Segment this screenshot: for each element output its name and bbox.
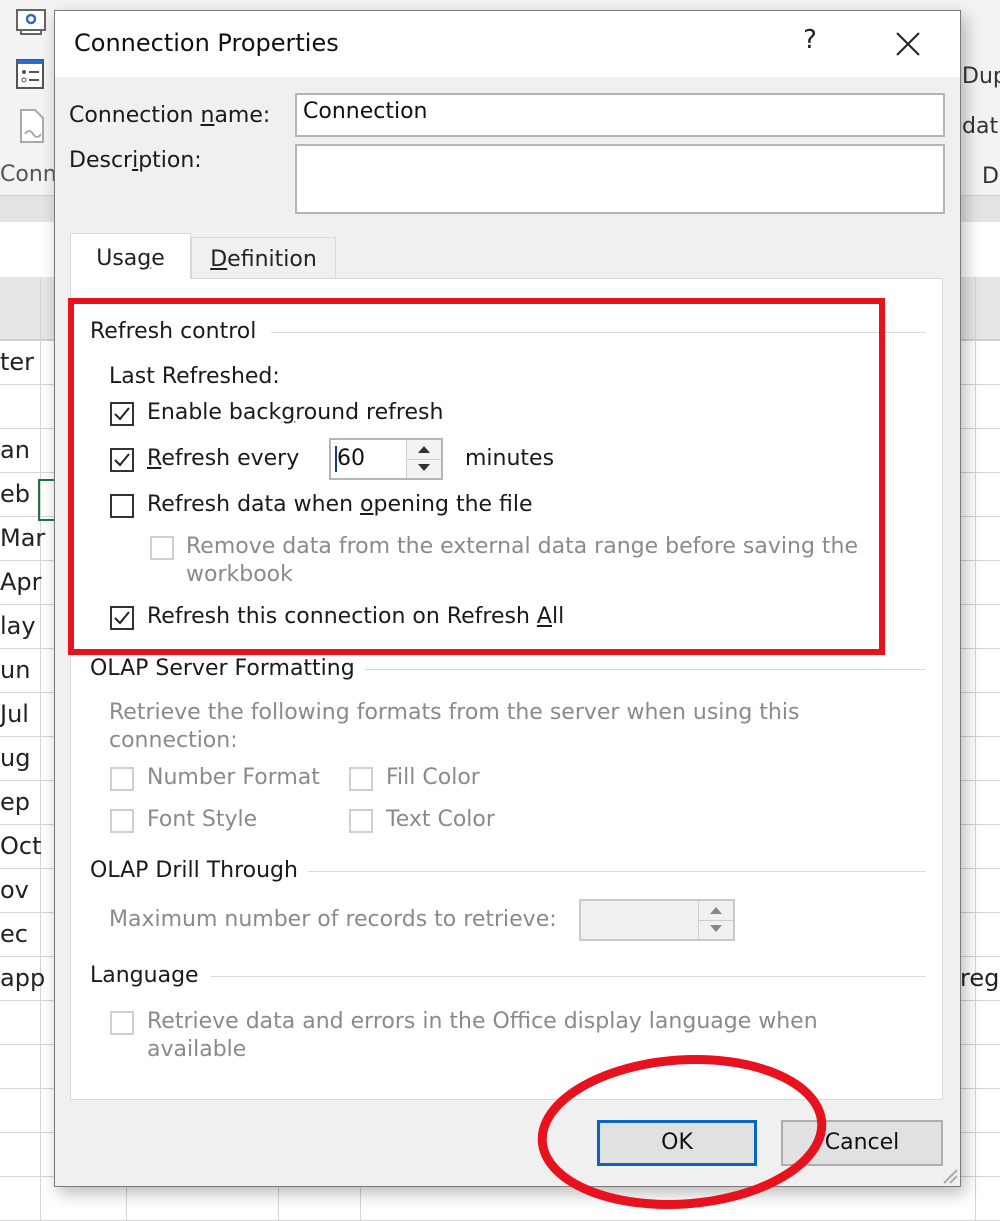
connection-name-input[interactable]: Connection (295, 93, 945, 137)
office-language-checkbox[interactable] (110, 1011, 134, 1035)
tab-definition[interactable]: Definition (191, 237, 336, 278)
refresh-interval-spinner[interactable]: 60 (329, 438, 443, 480)
help-button[interactable]: ? (795, 25, 825, 61)
cell-label[interactable]: Apr (0, 568, 42, 596)
spin-down-button[interactable] (407, 459, 441, 478)
group-divider (341, 669, 926, 670)
connection-name-label: Connection name: (69, 103, 271, 128)
group-divider (296, 871, 926, 872)
refresh-interval-value[interactable]: 60 (337, 446, 365, 471)
close-button[interactable] (885, 23, 929, 63)
dialog-titlebar[interactable]: Connection Properties ? (55, 11, 960, 77)
cell-label[interactable]: reg (960, 964, 999, 992)
fill-color-label: Fill Color (386, 765, 480, 790)
cell-label[interactable]: app (0, 964, 45, 992)
font-style-label: Font Style (147, 807, 258, 832)
spin-down-button[interactable] (699, 920, 733, 939)
minutes-label: minutes (465, 446, 555, 471)
cell-label[interactable]: an (0, 436, 30, 464)
enable-background-refresh-checkbox[interactable] (110, 402, 134, 426)
max-records-label: Maximum number of records to retrieve: (109, 907, 557, 932)
olap-formatting-title: OLAP Server Formatting (90, 656, 365, 681)
text-color-label: Text Color (386, 807, 495, 832)
remove-data-label-line1: Remove data from the external data range… (186, 534, 859, 559)
arrow-up-icon (710, 907, 722, 914)
refresh-every-label: Refresh every (147, 446, 300, 471)
spin-up-button[interactable] (407, 440, 441, 460)
ribbon-group-label: Conn (0, 162, 57, 187)
resize-grip-icon[interactable] (940, 1166, 958, 1184)
arrow-down-icon (418, 464, 430, 471)
dialog-title: Connection Properties (74, 29, 339, 57)
refresh-control-title: Refresh control (90, 319, 267, 344)
description-label: Description: (69, 148, 202, 173)
spin-up-button[interactable] (699, 901, 733, 921)
properties-icon[interactable] (15, 58, 47, 89)
refresh-on-refresh-all-label: Refresh this connection on Refresh All (147, 604, 565, 629)
usage-tab-panel: Refresh control Last Refreshed: Enable b… (70, 278, 943, 1100)
cell-label[interactable]: ter (0, 348, 34, 376)
number-format-label: Number Format (147, 765, 320, 790)
connection-display-icon[interactable] (15, 8, 47, 38)
cell-label[interactable]: ec (0, 920, 28, 948)
checkmark-icon (114, 407, 130, 421)
help-icon: ? (803, 25, 817, 55)
checkmark-icon (114, 611, 130, 625)
cell-label[interactable]: ov (0, 876, 29, 904)
office-language-label-line2: available (147, 1037, 247, 1062)
arrow-up-icon (418, 446, 430, 453)
edit-links-icon[interactable] (15, 108, 47, 143)
cell-label[interactable]: Oct (0, 832, 42, 860)
number-format-checkbox[interactable] (110, 767, 134, 791)
olap-drill-title: OLAP Drill Through (90, 858, 308, 883)
olap-formatting-desc-line2: connection: (109, 728, 238, 753)
refresh-on-open-checkbox[interactable] (110, 494, 134, 518)
office-language-label-line1: Retrieve data and errors in the Office d… (147, 1009, 818, 1034)
ribbon-group-label-right: D (982, 164, 999, 189)
fill-color-checkbox[interactable] (349, 767, 373, 791)
font-style-checkbox[interactable] (110, 809, 134, 833)
tab-usage[interactable]: Usage (70, 233, 191, 279)
group-divider (271, 332, 926, 333)
refresh-every-checkbox[interactable] (110, 448, 134, 472)
cell-label[interactable]: Jul (0, 700, 29, 728)
cell-label[interactable]: ep (0, 788, 30, 816)
refresh-on-refresh-all-checkbox[interactable] (110, 606, 134, 630)
description-input[interactable] (295, 144, 945, 214)
checkmark-icon (114, 453, 130, 467)
enable-background-refresh-label: Enable background refresh (147, 400, 444, 425)
cell-label[interactable]: lay (0, 612, 36, 640)
cell-label[interactable]: un (0, 656, 30, 684)
text-color-checkbox[interactable] (349, 809, 373, 833)
connection-properties-dialog: Connection Properties ? Connection name:… (54, 10, 961, 1187)
language-title: Language (90, 963, 209, 988)
arrow-down-icon (710, 925, 722, 932)
close-icon (896, 32, 920, 56)
last-refreshed-label: Last Refreshed: (109, 364, 280, 389)
grid-col-line (975, 277, 976, 1220)
olap-formatting-desc-line1: Retrieve the following formats from the … (109, 700, 800, 725)
ribbon-label-validation[interactable]: dati (962, 114, 1000, 139)
ribbon-label-dup[interactable]: Dup (962, 64, 1000, 89)
cell-label[interactable]: ug (0, 744, 30, 772)
group-divider (211, 976, 926, 977)
cell-label[interactable]: eb (0, 480, 30, 508)
cancel-button[interactable]: Cancel (781, 1120, 943, 1166)
grid-col-line (40, 277, 41, 1220)
cell-label[interactable]: Mar (0, 524, 45, 552)
refresh-on-open-label: Refresh data when opening the file (147, 492, 533, 517)
ok-button[interactable]: OK (597, 1120, 757, 1166)
remove-data-label-line2: workbook (186, 562, 293, 587)
max-records-spinner[interactable] (579, 899, 735, 941)
remove-data-checkbox[interactable] (150, 536, 174, 560)
